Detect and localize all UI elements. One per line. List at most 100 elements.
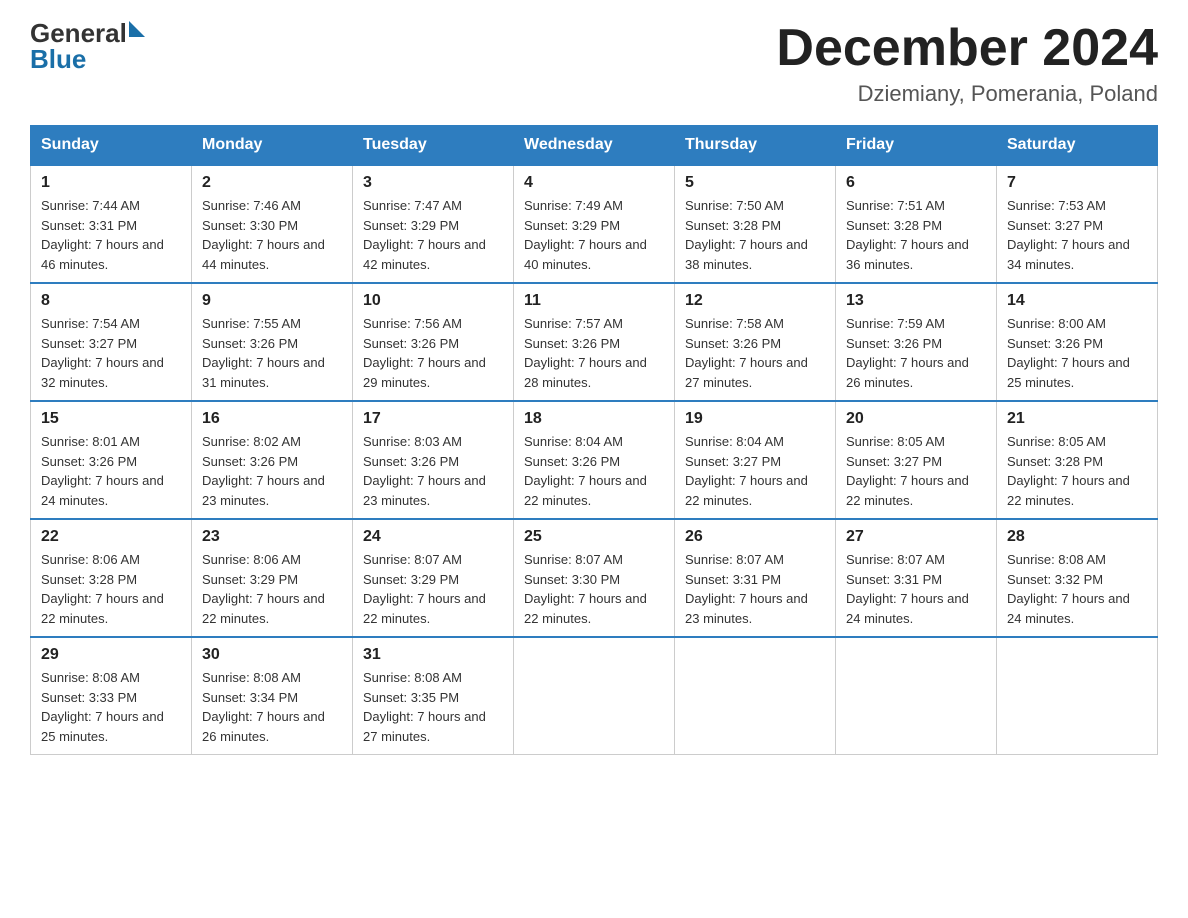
day-info: Sunrise: 8:07 AMSunset: 3:30 PMDaylight:… bbox=[524, 552, 647, 626]
table-row: 29 Sunrise: 8:08 AMSunset: 3:33 PMDaylig… bbox=[31, 637, 192, 755]
table-row: 17 Sunrise: 8:03 AMSunset: 3:26 PMDaylig… bbox=[353, 401, 514, 519]
col-monday: Monday bbox=[192, 126, 353, 166]
table-row bbox=[997, 637, 1158, 755]
day-number: 29 bbox=[41, 646, 181, 664]
table-row: 24 Sunrise: 8:07 AMSunset: 3:29 PMDaylig… bbox=[353, 519, 514, 637]
logo-blue-text: Blue bbox=[30, 44, 86, 75]
day-number: 31 bbox=[363, 646, 503, 664]
day-info: Sunrise: 8:01 AMSunset: 3:26 PMDaylight:… bbox=[41, 434, 164, 508]
location-title: Dziemiany, Pomerania, Poland bbox=[776, 81, 1158, 107]
day-info: Sunrise: 8:08 AMSunset: 3:34 PMDaylight:… bbox=[202, 670, 325, 744]
day-info: Sunrise: 7:58 AMSunset: 3:26 PMDaylight:… bbox=[685, 316, 808, 390]
day-info: Sunrise: 8:04 AMSunset: 3:26 PMDaylight:… bbox=[524, 434, 647, 508]
day-number: 28 bbox=[1007, 528, 1147, 546]
table-row: 22 Sunrise: 8:06 AMSunset: 3:28 PMDaylig… bbox=[31, 519, 192, 637]
day-number: 16 bbox=[202, 410, 342, 428]
table-row: 2 Sunrise: 7:46 AMSunset: 3:30 PMDayligh… bbox=[192, 165, 353, 283]
day-info: Sunrise: 7:50 AMSunset: 3:28 PMDaylight:… bbox=[685, 198, 808, 272]
day-info: Sunrise: 7:51 AMSunset: 3:28 PMDaylight:… bbox=[846, 198, 969, 272]
col-saturday: Saturday bbox=[997, 126, 1158, 166]
table-row: 30 Sunrise: 8:08 AMSunset: 3:34 PMDaylig… bbox=[192, 637, 353, 755]
table-row: 10 Sunrise: 7:56 AMSunset: 3:26 PMDaylig… bbox=[353, 283, 514, 401]
day-info: Sunrise: 8:06 AMSunset: 3:29 PMDaylight:… bbox=[202, 552, 325, 626]
table-row bbox=[675, 637, 836, 755]
day-info: Sunrise: 8:08 AMSunset: 3:32 PMDaylight:… bbox=[1007, 552, 1130, 626]
day-number: 26 bbox=[685, 528, 825, 546]
day-number: 21 bbox=[1007, 410, 1147, 428]
logo-general-text: General bbox=[30, 20, 127, 46]
table-row: 23 Sunrise: 8:06 AMSunset: 3:29 PMDaylig… bbox=[192, 519, 353, 637]
day-info: Sunrise: 8:00 AMSunset: 3:26 PMDaylight:… bbox=[1007, 316, 1130, 390]
table-row bbox=[836, 637, 997, 755]
table-row: 7 Sunrise: 7:53 AMSunset: 3:27 PMDayligh… bbox=[997, 165, 1158, 283]
day-number: 3 bbox=[363, 174, 503, 192]
day-number: 11 bbox=[524, 292, 664, 310]
table-row: 6 Sunrise: 7:51 AMSunset: 3:28 PMDayligh… bbox=[836, 165, 997, 283]
table-row: 16 Sunrise: 8:02 AMSunset: 3:26 PMDaylig… bbox=[192, 401, 353, 519]
day-number: 15 bbox=[41, 410, 181, 428]
day-info: Sunrise: 7:44 AMSunset: 3:31 PMDaylight:… bbox=[41, 198, 164, 272]
title-block: December 2024 Dziemiany, Pomerania, Pola… bbox=[776, 20, 1158, 107]
table-row: 4 Sunrise: 7:49 AMSunset: 3:29 PMDayligh… bbox=[514, 165, 675, 283]
day-number: 1 bbox=[41, 174, 181, 192]
day-number: 7 bbox=[1007, 174, 1147, 192]
calendar-week-row: 15 Sunrise: 8:01 AMSunset: 3:26 PMDaylig… bbox=[31, 401, 1158, 519]
day-info: Sunrise: 8:07 AMSunset: 3:31 PMDaylight:… bbox=[685, 552, 808, 626]
day-number: 5 bbox=[685, 174, 825, 192]
day-info: Sunrise: 8:02 AMSunset: 3:26 PMDaylight:… bbox=[202, 434, 325, 508]
table-row: 21 Sunrise: 8:05 AMSunset: 3:28 PMDaylig… bbox=[997, 401, 1158, 519]
table-row: 27 Sunrise: 8:07 AMSunset: 3:31 PMDaylig… bbox=[836, 519, 997, 637]
day-number: 23 bbox=[202, 528, 342, 546]
calendar-week-row: 1 Sunrise: 7:44 AMSunset: 3:31 PMDayligh… bbox=[31, 165, 1158, 283]
day-number: 8 bbox=[41, 292, 181, 310]
day-info: Sunrise: 8:06 AMSunset: 3:28 PMDaylight:… bbox=[41, 552, 164, 626]
col-thursday: Thursday bbox=[675, 126, 836, 166]
day-number: 10 bbox=[363, 292, 503, 310]
col-friday: Friday bbox=[836, 126, 997, 166]
table-row: 9 Sunrise: 7:55 AMSunset: 3:26 PMDayligh… bbox=[192, 283, 353, 401]
col-tuesday: Tuesday bbox=[353, 126, 514, 166]
table-row: 8 Sunrise: 7:54 AMSunset: 3:27 PMDayligh… bbox=[31, 283, 192, 401]
day-number: 19 bbox=[685, 410, 825, 428]
logo-arrow-icon bbox=[129, 21, 145, 37]
day-info: Sunrise: 8:07 AMSunset: 3:31 PMDaylight:… bbox=[846, 552, 969, 626]
month-title: December 2024 bbox=[776, 20, 1158, 77]
day-info: Sunrise: 8:07 AMSunset: 3:29 PMDaylight:… bbox=[363, 552, 486, 626]
day-info: Sunrise: 8:05 AMSunset: 3:28 PMDaylight:… bbox=[1007, 434, 1130, 508]
day-info: Sunrise: 7:53 AMSunset: 3:27 PMDaylight:… bbox=[1007, 198, 1130, 272]
day-info: Sunrise: 7:55 AMSunset: 3:26 PMDaylight:… bbox=[202, 316, 325, 390]
calendar-week-row: 22 Sunrise: 8:06 AMSunset: 3:28 PMDaylig… bbox=[31, 519, 1158, 637]
table-row: 13 Sunrise: 7:59 AMSunset: 3:26 PMDaylig… bbox=[836, 283, 997, 401]
day-number: 14 bbox=[1007, 292, 1147, 310]
day-number: 20 bbox=[846, 410, 986, 428]
table-row: 12 Sunrise: 7:58 AMSunset: 3:26 PMDaylig… bbox=[675, 283, 836, 401]
table-row: 19 Sunrise: 8:04 AMSunset: 3:27 PMDaylig… bbox=[675, 401, 836, 519]
day-info: Sunrise: 7:49 AMSunset: 3:29 PMDaylight:… bbox=[524, 198, 647, 272]
table-row: 28 Sunrise: 8:08 AMSunset: 3:32 PMDaylig… bbox=[997, 519, 1158, 637]
table-row: 31 Sunrise: 8:08 AMSunset: 3:35 PMDaylig… bbox=[353, 637, 514, 755]
calendar-table: Sunday Monday Tuesday Wednesday Thursday… bbox=[30, 125, 1158, 755]
day-number: 12 bbox=[685, 292, 825, 310]
table-row: 5 Sunrise: 7:50 AMSunset: 3:28 PMDayligh… bbox=[675, 165, 836, 283]
day-info: Sunrise: 7:57 AMSunset: 3:26 PMDaylight:… bbox=[524, 316, 647, 390]
calendar-week-row: 8 Sunrise: 7:54 AMSunset: 3:27 PMDayligh… bbox=[31, 283, 1158, 401]
col-wednesday: Wednesday bbox=[514, 126, 675, 166]
day-info: Sunrise: 7:54 AMSunset: 3:27 PMDaylight:… bbox=[41, 316, 164, 390]
table-row bbox=[514, 637, 675, 755]
day-info: Sunrise: 7:47 AMSunset: 3:29 PMDaylight:… bbox=[363, 198, 486, 272]
table-row: 25 Sunrise: 8:07 AMSunset: 3:30 PMDaylig… bbox=[514, 519, 675, 637]
table-row: 18 Sunrise: 8:04 AMSunset: 3:26 PMDaylig… bbox=[514, 401, 675, 519]
day-number: 17 bbox=[363, 410, 503, 428]
day-number: 13 bbox=[846, 292, 986, 310]
day-number: 27 bbox=[846, 528, 986, 546]
day-number: 25 bbox=[524, 528, 664, 546]
table-row: 26 Sunrise: 8:07 AMSunset: 3:31 PMDaylig… bbox=[675, 519, 836, 637]
calendar-header-row: Sunday Monday Tuesday Wednesday Thursday… bbox=[31, 126, 1158, 166]
day-number: 18 bbox=[524, 410, 664, 428]
day-number: 4 bbox=[524, 174, 664, 192]
day-info: Sunrise: 7:46 AMSunset: 3:30 PMDaylight:… bbox=[202, 198, 325, 272]
day-number: 2 bbox=[202, 174, 342, 192]
day-info: Sunrise: 7:59 AMSunset: 3:26 PMDaylight:… bbox=[846, 316, 969, 390]
day-info: Sunrise: 8:08 AMSunset: 3:35 PMDaylight:… bbox=[363, 670, 486, 744]
table-row: 3 Sunrise: 7:47 AMSunset: 3:29 PMDayligh… bbox=[353, 165, 514, 283]
